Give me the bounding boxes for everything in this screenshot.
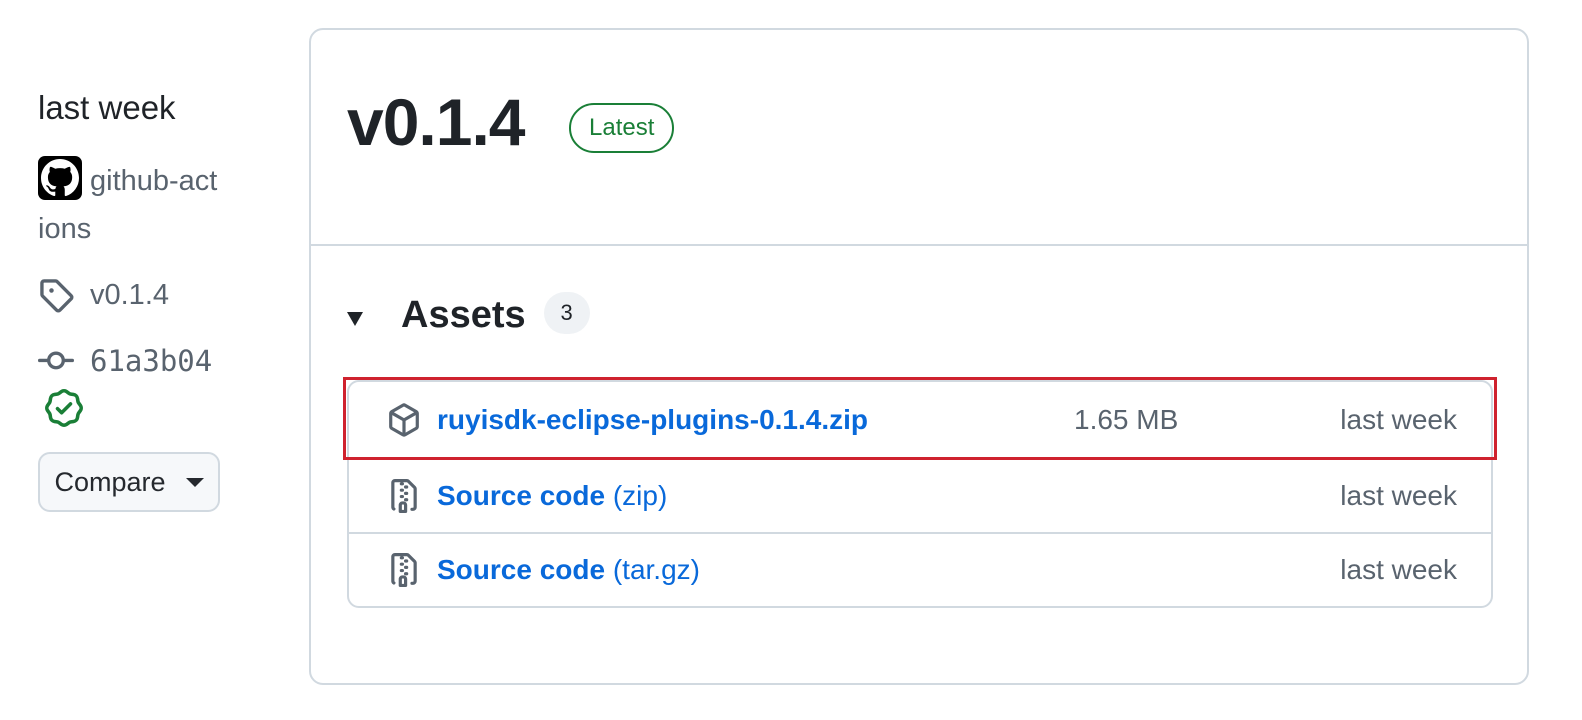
latest-badge: Latest bbox=[569, 103, 675, 153]
assets-label: Assets bbox=[401, 293, 526, 336]
asset-row: Source code (tar.gz) last week bbox=[349, 532, 1491, 606]
assets-toggle[interactable]: Assets 3 bbox=[347, 290, 590, 340]
assets-list: ruyisdk-eclipse-plugins-0.1.4.zip 1.65 M… bbox=[347, 380, 1493, 608]
triangle-down-icon bbox=[185, 477, 204, 487]
release-page: last week github-actions v0.1.4 61a3b04 bbox=[0, 0, 1582, 720]
asset-date: last week bbox=[1340, 404, 1457, 435]
release-header: v0.1.4 Latest bbox=[311, 30, 1527, 246]
release-author[interactable]: github-actions bbox=[38, 156, 218, 253]
git-commit-icon bbox=[38, 351, 74, 370]
compare-button[interactable]: Compare bbox=[38, 452, 220, 512]
assets-count: 3 bbox=[543, 292, 590, 334]
commit-sha: 61a3b04 bbox=[90, 344, 213, 378]
asset-row: Source code (zip) last week bbox=[349, 458, 1491, 532]
asset-date: last week bbox=[1340, 480, 1457, 511]
release-commit[interactable]: 61a3b04 bbox=[38, 337, 238, 385]
file-zip-icon bbox=[391, 479, 417, 513]
release-title[interactable]: v0.1.4 bbox=[347, 82, 525, 162]
verified-check-icon[interactable] bbox=[45, 389, 83, 427]
github-mark-icon bbox=[38, 156, 82, 200]
asset-link[interactable]: Source code (zip) bbox=[437, 480, 667, 512]
package-icon bbox=[389, 403, 419, 437]
asset-date: last week bbox=[1340, 554, 1457, 585]
file-zip-icon bbox=[391, 553, 417, 587]
tag-icon bbox=[40, 279, 74, 313]
asset-link[interactable]: ruyisdk-eclipse-plugins-0.1.4.zip bbox=[437, 404, 868, 436]
release-card: v0.1.4 Latest Assets 3 ruyisdk-eclipse-p… bbox=[309, 28, 1529, 685]
release-date: last week bbox=[38, 89, 176, 126]
release-tag[interactable]: v0.1.4 bbox=[38, 271, 238, 319]
asset-row: ruyisdk-eclipse-plugins-0.1.4.zip 1.65 M… bbox=[349, 382, 1491, 458]
asset-size: 1.65 MB bbox=[1074, 404, 1179, 435]
triangle-down-icon bbox=[347, 312, 363, 326]
asset-link[interactable]: Source code (tar.gz) bbox=[437, 554, 700, 586]
tag-name: v0.1.4 bbox=[90, 278, 169, 311]
compare-label: Compare bbox=[54, 466, 166, 497]
release-sidebar: last week github-actions v0.1.4 61a3b04 bbox=[38, 84, 238, 512]
